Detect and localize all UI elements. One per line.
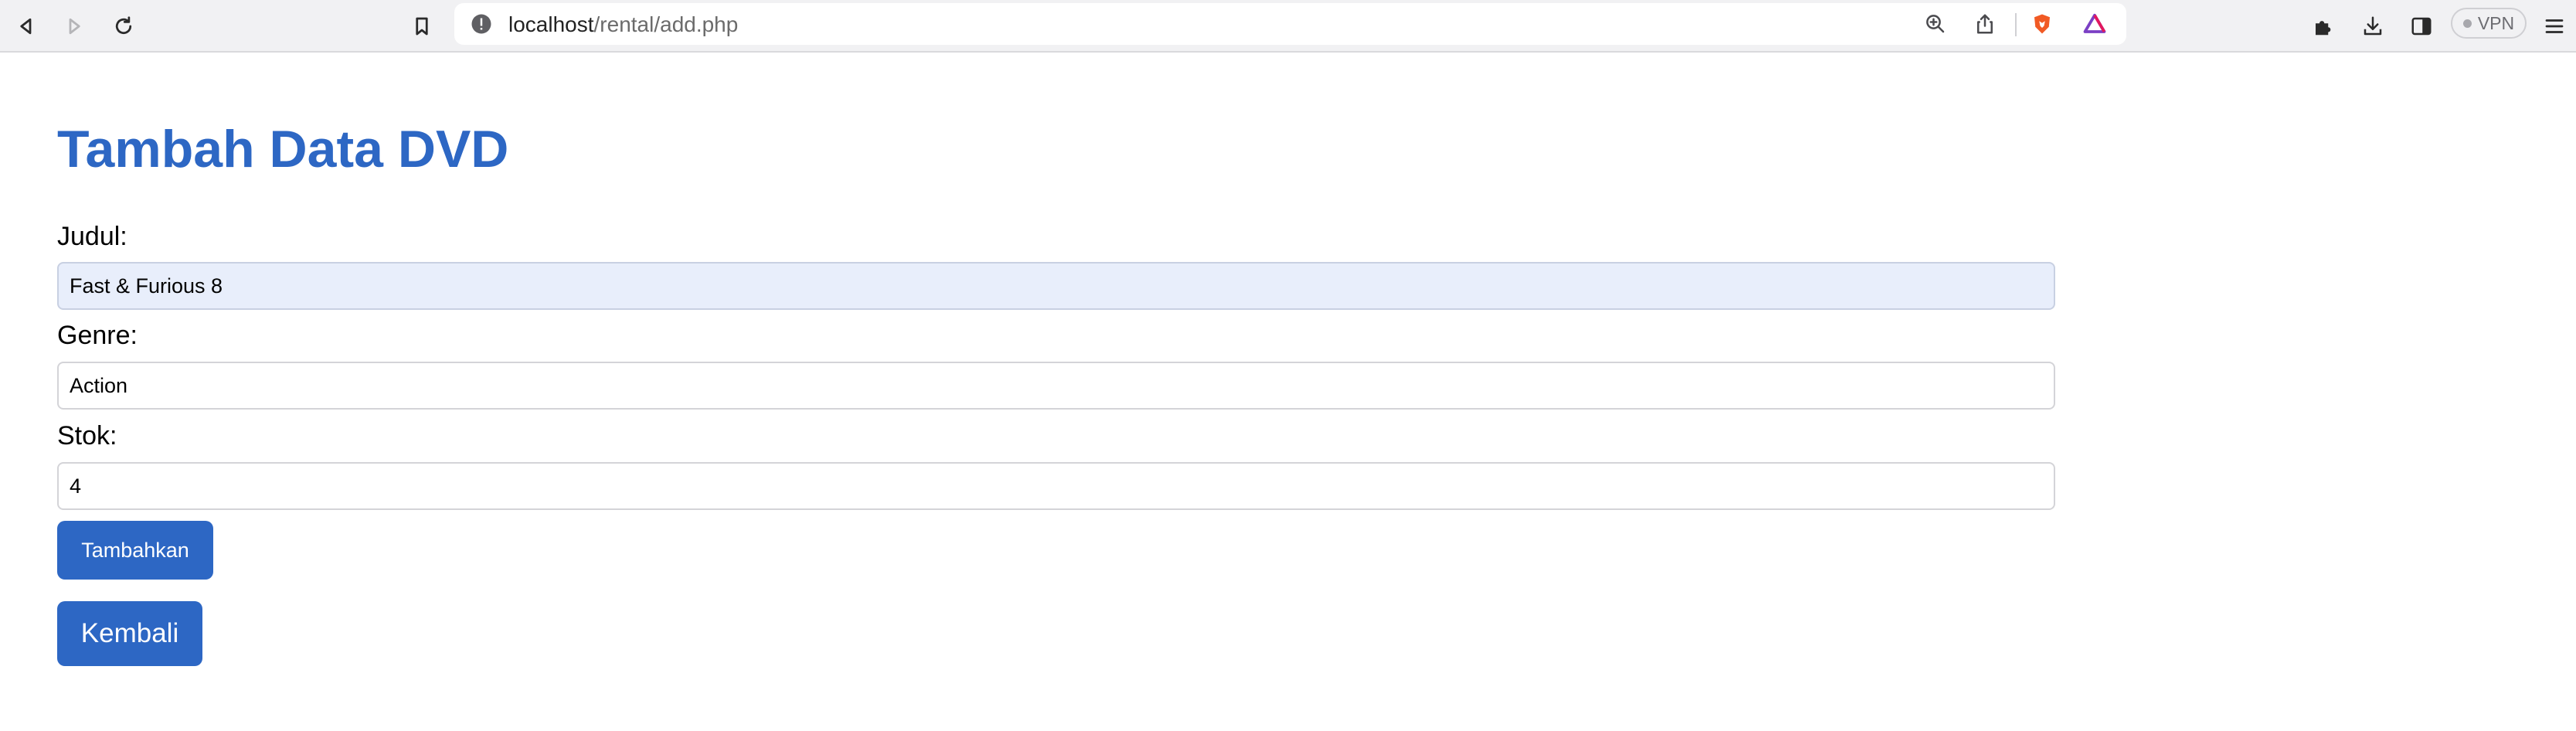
browser-toolbar: localhost/rental/add.php VPN (0, 0, 2576, 53)
page-title: Tambah Data DVD (57, 120, 509, 178)
vpn-status-dot (2462, 19, 2472, 28)
menu-icon[interactable] (2539, 11, 2570, 42)
brave-shields-icon[interactable] (2031, 12, 2054, 36)
vpn-button[interactable]: VPN (2451, 8, 2527, 39)
judul-label: Judul: (57, 222, 127, 251)
bookmark-icon[interactable] (406, 11, 437, 42)
back-button[interactable]: Kembali (57, 601, 202, 666)
site-info-icon[interactable] (470, 12, 493, 36)
downloads-icon[interactable] (2357, 11, 2388, 42)
back-icon[interactable] (11, 11, 42, 42)
vpn-label: VPN (2477, 12, 2515, 33)
brave-rewards-icon[interactable] (2083, 12, 2106, 36)
reload-icon[interactable] (108, 11, 139, 42)
genre-input[interactable] (57, 362, 2055, 410)
address-bar-divider (2015, 13, 2017, 36)
address-bar[interactable]: localhost/rental/add.php (454, 3, 2126, 45)
zoom-icon[interactable] (1924, 12, 1947, 36)
judul-input[interactable] (57, 262, 2055, 310)
extensions-icon[interactable] (2308, 11, 2339, 42)
forward-icon[interactable] (59, 11, 90, 42)
url-text[interactable]: localhost/rental/add.php (508, 13, 738, 36)
sidebar-icon[interactable] (2406, 11, 2437, 42)
share-icon[interactable] (1973, 12, 1997, 36)
url-path: /rental/add.php (593, 12, 739, 36)
stok-label: Stok: (57, 421, 117, 450)
url-host: localhost (508, 12, 594, 36)
genre-label: Genre: (57, 321, 138, 350)
submit-button[interactable]: Tambahkan (57, 521, 213, 580)
stok-input[interactable] (57, 462, 2055, 510)
